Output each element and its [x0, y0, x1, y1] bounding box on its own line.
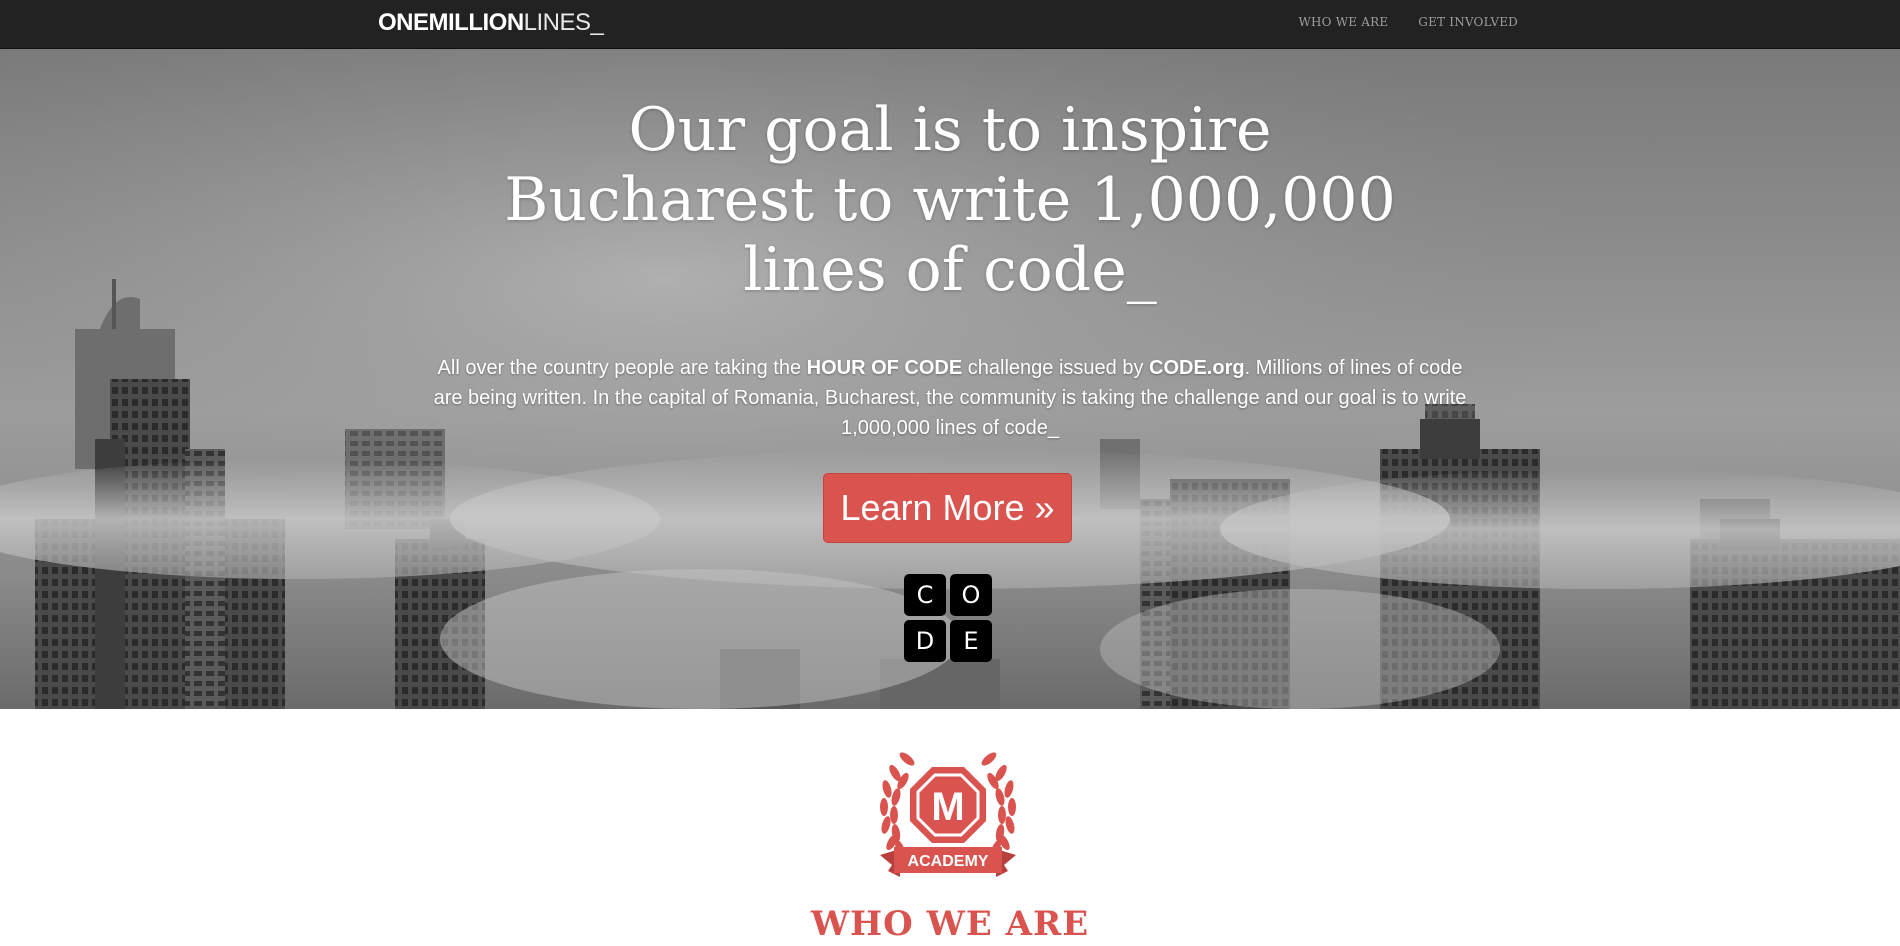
hero-description: All over the country people are taking t… — [430, 353, 1470, 443]
code-org-logo[interactable]: C O D E — [904, 574, 992, 662]
hero-title-line-3: lines of code_ — [743, 235, 1157, 305]
learn-more-button[interactable]: Learn More » — [823, 473, 1072, 543]
hour-of-code-emphasis: HOUR OF CODE — [806, 357, 963, 379]
nav-link-who-we-are[interactable]: WHO WE ARE — [1298, 15, 1388, 29]
code-logo-tile-c: C — [904, 574, 946, 616]
hero-text-part-2: challenge issued by — [962, 357, 1150, 379]
badge-letter: M — [931, 785, 964, 829]
academy-badge-logo: M ACADEMY — [880, 752, 1016, 877]
hero-section: Our goal is to inspire Bucharest to writ… — [0, 49, 1900, 709]
code-logo-tile-d: D — [904, 620, 946, 662]
navbar: ONEMILLIONLINES_ WHO WE ARE GET INVOLVED — [0, 0, 1900, 49]
brand-logo-link[interactable]: ONEMILLIONLINES_ — [378, 9, 604, 36]
code-logo-tile-e: E — [950, 620, 992, 662]
hero-title: Our goal is to inspire Bucharest to writ… — [450, 95, 1450, 305]
who-we-are-heading: WHO WE ARE — [810, 904, 1090, 944]
badge-label: ACADEMY — [908, 853, 989, 870]
nav-link-get-involved[interactable]: GET INVOLVED — [1418, 15, 1518, 29]
nav-links: WHO WE ARE GET INVOLVED — [1298, 15, 1518, 29]
code-logo-tile-o: O — [950, 574, 992, 616]
hero-text-part-1: All over the country people are taking t… — [437, 357, 807, 379]
code-org-emphasis: CODE.org — [1149, 357, 1245, 379]
hero-title-line-2: Bucharest to write 1,000,000 — [504, 165, 1396, 235]
hero-title-line-1: Our goal is to inspire — [628, 95, 1272, 165]
brand-bold: ONEMILLION — [378, 9, 524, 36]
brand-light: LINES_ — [523, 9, 604, 36]
